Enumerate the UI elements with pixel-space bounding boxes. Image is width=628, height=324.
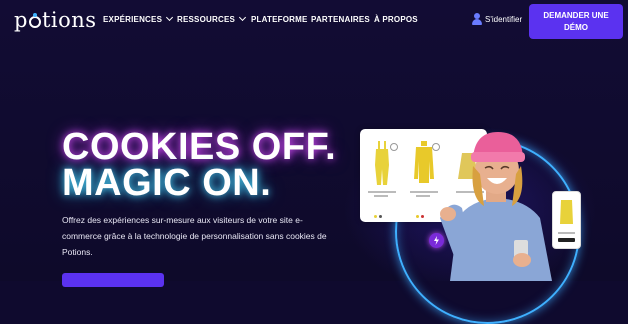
product-price-bar (416, 195, 430, 197)
nav-plateforme-label: PLATEFORME (251, 15, 308, 24)
hero-title-line2: MAGIC ON. (62, 162, 272, 204)
phone-product-image (558, 200, 575, 242)
product-color-dots (416, 205, 432, 218)
product-badge-icon (432, 143, 440, 151)
login-link[interactable]: S'identifier (485, 15, 522, 24)
request-demo-label: DEMANDER UNE DÉMO (543, 10, 609, 32)
logo-o-mark (28, 13, 41, 28)
top-navbar: p tions EXPÉRIENCES RESSOURCES PLATEFORME… (0, 0, 628, 40)
potions-logo[interactable]: p tions (14, 8, 97, 32)
nav-partenaires-label: PARTENAIRES (311, 15, 370, 24)
nav-a-propos-label: À PROPOS (374, 15, 418, 24)
hero-title: COOKIES OFF. MAGIC ON. (62, 126, 337, 204)
bolt-icon (429, 233, 444, 248)
chevron-down-icon (238, 13, 247, 22)
hero-description: Offrez des expériences sur-mesure aux vi… (62, 215, 327, 257)
nav-ressources[interactable]: RESSOURCES (177, 13, 247, 24)
product-label-bar (368, 191, 396, 193)
hero-title-line1: COOKIES OFF. (62, 126, 337, 168)
nav-plateforme[interactable]: PLATEFORME (251, 15, 308, 24)
chevron-down-icon (166, 13, 174, 22)
request-demo-button[interactable]: DEMANDER UNE DÉMO (529, 4, 623, 39)
product-label-bar (410, 191, 438, 193)
product-price-bar (374, 195, 388, 197)
nav-experiences[interactable]: EXPÉRIENCES (103, 13, 174, 24)
woman-illustration (440, 132, 552, 281)
user-icon[interactable] (472, 13, 482, 25)
product-badge-icon (390, 143, 398, 151)
nav-partenaires[interactable]: PARTENAIRES (311, 15, 370, 24)
product-color-dots (374, 205, 390, 218)
hero-cta-button[interactable] (62, 273, 164, 287)
nav-ressources-label: RESSOURCES (177, 15, 236, 24)
phone-product-card (552, 191, 581, 249)
nav-experiences-label: EXPÉRIENCES (103, 15, 163, 24)
nav-a-propos[interactable]: À PROPOS (374, 15, 418, 24)
